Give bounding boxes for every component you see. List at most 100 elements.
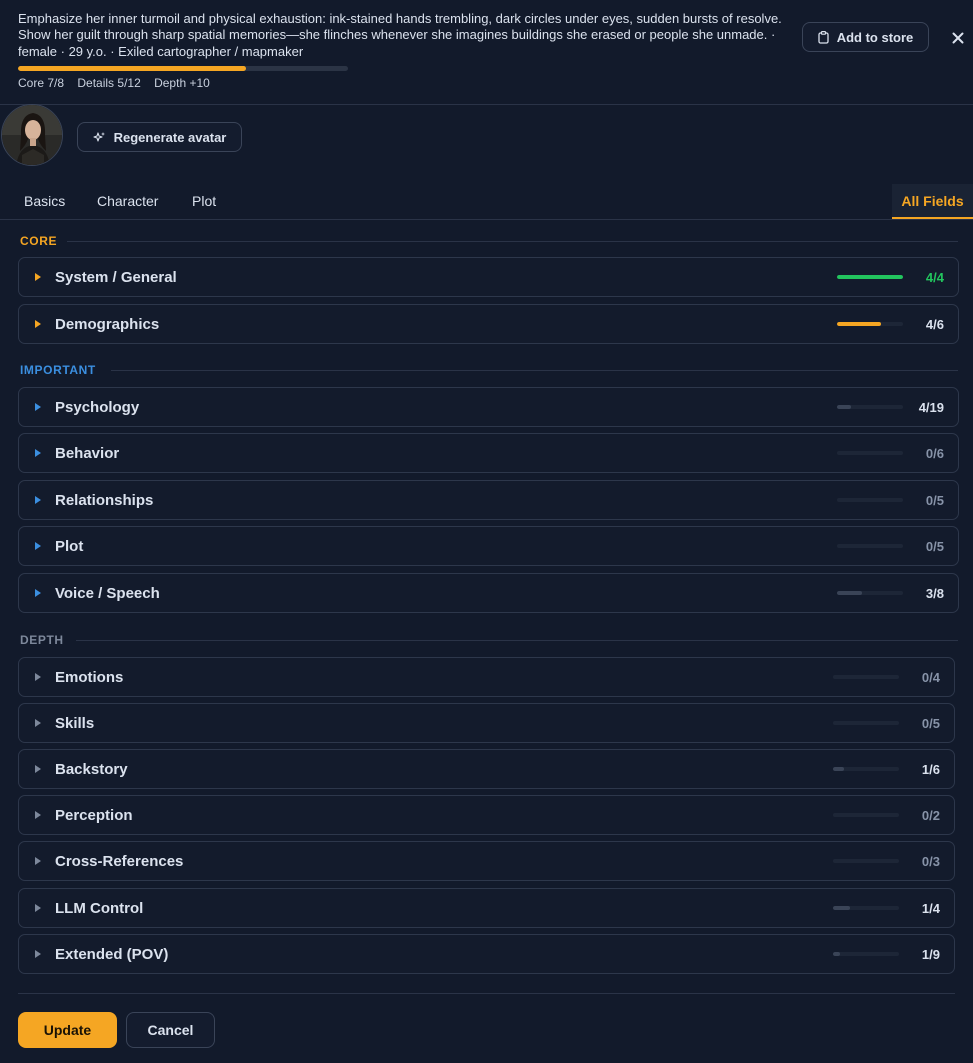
- tab-character[interactable]: Character: [97, 184, 158, 219]
- field-group-count: 1/6: [921, 762, 940, 777]
- expand-arrow-icon: [35, 496, 41, 504]
- field-group-row[interactable]: System / General 4/4: [18, 257, 959, 297]
- close-button[interactable]: [948, 28, 968, 48]
- field-group-row[interactable]: Cross-References 0/3: [18, 841, 955, 881]
- field-group-progress-bar: [837, 544, 903, 548]
- field-group-row[interactable]: Skills 0/5: [18, 703, 955, 743]
- clipboard-icon: [818, 30, 829, 44]
- field-group-count: 1/4: [921, 901, 940, 916]
- field-group-row[interactable]: Backstory 1/6: [18, 749, 955, 789]
- expand-arrow-icon: [35, 719, 41, 727]
- expand-arrow-icon: [35, 589, 41, 597]
- field-group-label: Extended (POV): [55, 946, 169, 963]
- field-group-label: Demographics: [55, 316, 160, 333]
- expand-arrow-icon: [35, 857, 41, 865]
- field-group-count: 0/3: [921, 854, 940, 869]
- field-group-label: Skills: [55, 715, 95, 732]
- field-group-count: 0/4: [921, 670, 940, 685]
- field-group-label: Behavior: [55, 445, 120, 462]
- field-group-progress-fill: [833, 906, 850, 910]
- field-group-count: 0/2: [921, 808, 940, 823]
- field-group-progress-bar: [833, 859, 899, 863]
- tab-basics[interactable]: Basics: [24, 184, 65, 219]
- field-group-row[interactable]: Relationships 0/5: [18, 480, 959, 520]
- header: Emphasize her inner turmoil and physical…: [0, 0, 973, 105]
- field-group-label: LLM Control: [55, 900, 144, 917]
- field-group-label: Voice / Speech: [55, 585, 160, 602]
- field-group-count: 4/4: [925, 270, 944, 285]
- field-group-progress-fill: [837, 591, 862, 595]
- field-group-row[interactable]: LLM Control 1/4: [18, 888, 955, 928]
- section-divider: [111, 370, 958, 371]
- field-group-progress-bar: [833, 906, 899, 910]
- field-group-label: Relationships: [55, 492, 154, 509]
- character-description: Emphasize her inner turmoil and physical…: [18, 11, 782, 59]
- field-group-progress-bar: [833, 952, 899, 956]
- field-group-progress-bar: [837, 451, 903, 455]
- section-heading-depth: DEPTH: [20, 633, 64, 647]
- field-group-count: 1/9: [921, 947, 940, 962]
- expand-arrow-icon: [35, 320, 41, 328]
- tab-bar: Basics Character Plot All Fields: [0, 184, 973, 220]
- field-group-count: 0/5: [921, 716, 940, 731]
- field-group-count: 3/8: [925, 586, 944, 601]
- add-to-store-button[interactable]: Add to store: [802, 22, 929, 52]
- expand-arrow-icon: [35, 904, 41, 912]
- section-heading-core: CORE: [20, 234, 58, 248]
- field-group-label: Emotions: [55, 669, 124, 686]
- field-group-count: 0/5: [925, 493, 944, 508]
- field-group-progress-bar: [833, 721, 899, 725]
- section-divider: [76, 640, 958, 641]
- expand-arrow-icon: [35, 950, 41, 958]
- tab-all-fields[interactable]: All Fields: [892, 184, 973, 219]
- field-group-progress-fill: [837, 275, 903, 279]
- field-group-progress-fill: [837, 322, 882, 326]
- completion-progress-bar: [18, 66, 348, 71]
- field-group-count: 0/5: [925, 539, 944, 554]
- tab-plot[interactable]: Plot: [192, 184, 216, 219]
- field-group-row[interactable]: Emotions 0/4: [18, 657, 955, 697]
- sparkles-icon: [93, 131, 105, 142]
- footer-divider: [18, 993, 955, 994]
- section-heading-important: IMPORTANT: [20, 363, 96, 377]
- avatar: [1, 104, 63, 166]
- cancel-button[interactable]: Cancel: [126, 1012, 215, 1048]
- update-button[interactable]: Update: [18, 1012, 117, 1048]
- field-group-count: 4/19: [918, 400, 944, 415]
- expand-arrow-icon: [35, 542, 41, 550]
- field-group-label: Psychology: [55, 399, 140, 416]
- field-group-progress-bar: [837, 498, 903, 502]
- field-group-progress-fill: [833, 767, 845, 771]
- completion-progress-fill: [18, 66, 246, 71]
- field-group-row[interactable]: Voice / Speech 3/8: [18, 573, 959, 613]
- expand-arrow-icon: [35, 449, 41, 457]
- expand-arrow-icon: [35, 811, 41, 819]
- regenerate-avatar-button[interactable]: Regenerate avatar: [77, 122, 242, 152]
- field-group-label: System / General: [55, 269, 177, 286]
- field-group-progress-fill: [837, 405, 851, 409]
- field-group-progress-bar: [833, 675, 899, 679]
- field-group-progress-fill: [833, 952, 841, 956]
- field-group-row[interactable]: Demographics 4/6: [18, 304, 959, 344]
- field-group-count: 0/6: [925, 446, 944, 461]
- field-group-progress-bar: [837, 322, 903, 326]
- field-group-row[interactable]: Behavior 0/6: [18, 433, 959, 473]
- field-group-progress-bar: [833, 767, 899, 771]
- field-group-progress-bar: [837, 591, 903, 595]
- core-stat: Core 7/8: [18, 76, 65, 90]
- field-group-label: Perception: [55, 807, 133, 824]
- field-group-progress-bar: [833, 813, 899, 817]
- field-group-progress-bar: [837, 405, 903, 409]
- expand-arrow-icon: [35, 403, 41, 411]
- field-group-row[interactable]: Psychology 4/19: [18, 387, 959, 427]
- expand-arrow-icon: [35, 273, 41, 281]
- expand-arrow-icon: [35, 673, 41, 681]
- depth-stat: Depth +10: [154, 76, 210, 90]
- field-group-row[interactable]: Extended (POV) 1/9: [18, 934, 955, 974]
- field-group-count: 4/6: [925, 317, 944, 332]
- close-icon: [952, 32, 964, 44]
- field-group-row[interactable]: Plot 0/5: [18, 526, 959, 566]
- regenerate-avatar-label: Regenerate avatar: [113, 129, 227, 145]
- field-group-row[interactable]: Perception 0/2: [18, 795, 955, 835]
- add-to-store-label: Add to store: [836, 29, 914, 45]
